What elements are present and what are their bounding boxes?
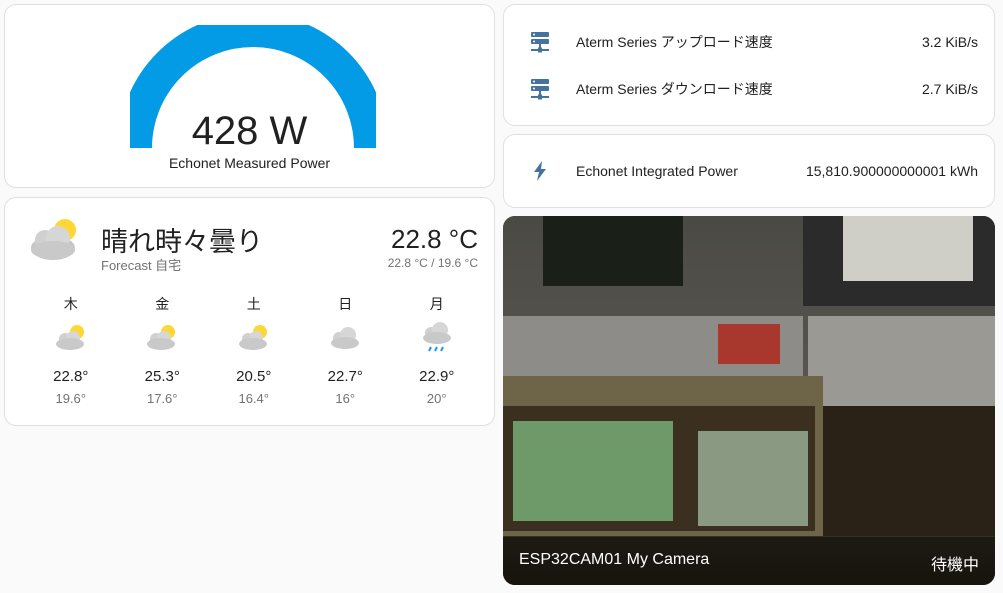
forecast-high: 22.8° bbox=[53, 368, 89, 385]
camera-image bbox=[503, 216, 995, 585]
entity-name: Echonet Integrated Power bbox=[576, 163, 738, 179]
partly-cloudy-icon bbox=[31, 219, 76, 260]
camera-state: 待機中 bbox=[930, 557, 979, 574]
forecast-day-name: 金 bbox=[155, 296, 170, 312]
weather-forecast-card[interactable]: 晴れ時々曇り Forecast 自宅 22.8 °C 22.8 °C / 19.… bbox=[4, 197, 495, 426]
forecast-day: 月 22.9° 20° bbox=[391, 294, 483, 406]
forecast-high: 22.7° bbox=[327, 368, 363, 385]
forecast-day: 金 25.3° 17.6° bbox=[117, 294, 209, 406]
gauge-value: 428 W bbox=[191, 109, 308, 153]
camera-card[interactable]: ESP32CAM01 My Camera 待機中 bbox=[503, 216, 995, 585]
gauge-label: Echonet Measured Power bbox=[168, 155, 331, 171]
partly-cloudy-icon bbox=[238, 325, 267, 350]
entity-row-upload-speed[interactable]: Aterm Series アップロード速度 3.2 KiB/s bbox=[504, 22, 994, 62]
forecast-high: 25.3° bbox=[144, 368, 180, 385]
forecast-days: 木 22.8° 19.6° 金 25.3° 17.6° 土 20.5° 16.4… bbox=[25, 294, 485, 406]
forecast-low: 17.6° bbox=[146, 391, 178, 406]
lightning-bolt-icon bbox=[534, 161, 546, 181]
network-entities-card: Aterm Series アップロード速度 3.2 KiB/s Aterm Se… bbox=[503, 4, 995, 126]
entity-name: Aterm Series ダウンロード速度 bbox=[576, 81, 773, 97]
forecast-name: Forecast 自宅 bbox=[101, 258, 182, 273]
server-network-icon bbox=[531, 32, 549, 53]
energy-entity-card: Echonet Integrated Power 15,810.90000000… bbox=[503, 134, 995, 208]
cloudy-icon bbox=[331, 327, 360, 349]
forecast-low: 20° bbox=[426, 391, 447, 406]
partly-cloudy-icon bbox=[55, 325, 84, 350]
entity-row-download-speed[interactable]: Aterm Series ダウンロード速度 2.7 KiB/s bbox=[504, 69, 994, 109]
camera-caption: ESP32CAM01 My Camera 待機中 bbox=[503, 537, 995, 585]
forecast-day-name: 日 bbox=[338, 296, 353, 312]
server-network-icon bbox=[531, 79, 549, 100]
current-temperature: 22.8 °C bbox=[390, 224, 478, 254]
partly-cloudy-icon bbox=[147, 325, 176, 350]
entity-value: 15,810.900000000001 kWh bbox=[805, 163, 978, 179]
forecast-low: 16° bbox=[335, 391, 356, 406]
forecast-day-name: 月 bbox=[429, 296, 444, 312]
forecast-day-name: 木 bbox=[63, 296, 78, 312]
rainy-icon bbox=[422, 322, 451, 352]
forecast-high: 20.5° bbox=[236, 368, 272, 385]
entity-value: 2.7 KiB/s bbox=[921, 81, 978, 97]
forecast-low: 19.6° bbox=[55, 391, 86, 406]
forecast-high: 22.9° bbox=[419, 368, 455, 385]
forecast-day-name: 土 bbox=[246, 296, 261, 312]
entity-name: Aterm Series アップロード速度 bbox=[576, 34, 773, 50]
camera-name: ESP32CAM01 My Camera bbox=[519, 551, 710, 568]
forecast-low: 16.4° bbox=[238, 391, 269, 406]
forecast-day: 土 20.5° 16.4° bbox=[208, 294, 300, 406]
forecast-day: 木 22.8° 19.6° bbox=[25, 294, 117, 406]
high-low-temperature: 22.8 °C / 19.6 °C bbox=[387, 256, 478, 270]
gauge-card[interactable]: 428 W Echonet Measured Power bbox=[4, 4, 495, 188]
forecast-day: 日 22.7° 16° bbox=[300, 294, 392, 406]
entity-row-integrated-power[interactable]: Echonet Integrated Power 15,810.90000000… bbox=[504, 151, 994, 191]
entity-value: 3.2 KiB/s bbox=[921, 34, 978, 50]
weather-state: 晴れ時々曇り bbox=[101, 227, 263, 257]
